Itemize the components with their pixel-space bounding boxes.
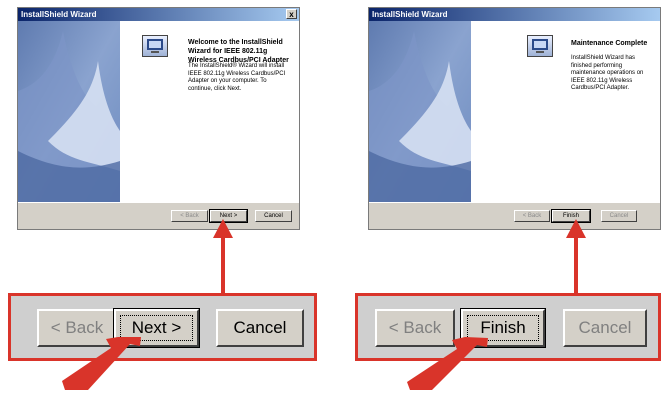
red-arrow-up — [213, 219, 233, 295]
red-pointer-arrow — [62, 337, 141, 390]
red-pointer-arrow — [407, 337, 488, 390]
red-arrow-up — [566, 219, 586, 295]
annotation-overlay — [62, 219, 586, 390]
